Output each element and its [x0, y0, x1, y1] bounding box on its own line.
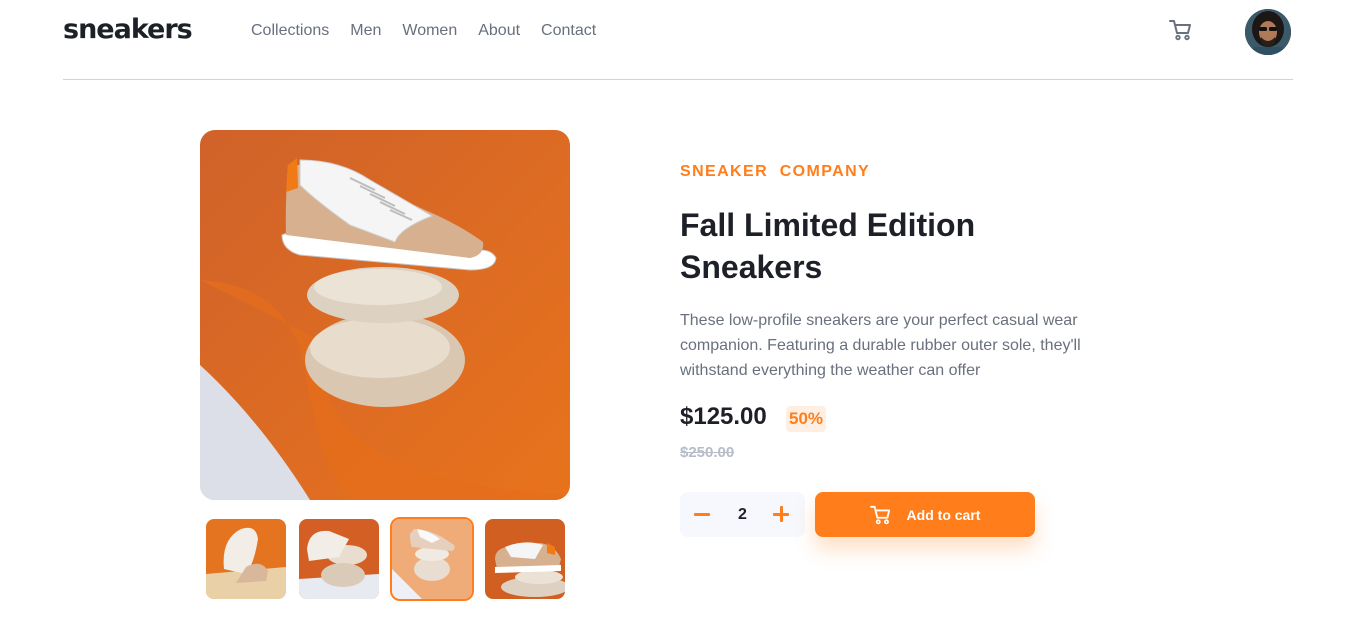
minus-icon[interactable] — [694, 504, 712, 524]
product-title: Fall Limited Edition Sneakers — [680, 207, 976, 285]
thumbnail-2[interactable] — [299, 519, 379, 599]
thumbnail-3[interactable] — [390, 517, 474, 601]
thumbnail-strip — [206, 517, 565, 601]
nav-item-collections[interactable]: Collections — [251, 22, 329, 40]
cart-icon — [1169, 20, 1191, 41]
nav-item-about[interactable]: About — [478, 22, 520, 40]
product-description: These low-profile sneakers are your perf… — [680, 312, 1081, 379]
nav-item-contact[interactable]: Contact — [541, 22, 596, 40]
product-main-image[interactable] — [200, 130, 570, 500]
quantity-stepper: 2 — [680, 492, 805, 537]
nav-item-men[interactable]: Men — [350, 22, 381, 40]
add-to-cart-label: Add to cart — [906, 506, 981, 523]
site-header: sneakers Collections Men Women About Con… — [63, 0, 1293, 80]
avatar-image — [1245, 9, 1291, 55]
cart-icon — [869, 505, 890, 524]
add-to-cart-button[interactable]: Add to cart — [815, 492, 1035, 537]
company-label: SNEAKER COMPANY — [680, 163, 871, 180]
brand-logo[interactable]: sneakers — [63, 14, 193, 45]
plus-icon[interactable] — [772, 504, 790, 524]
avatar[interactable] — [1245, 9, 1291, 55]
main-nav: Collections Men Women About Contact — [251, 22, 617, 40]
thumbnail-4[interactable] — [485, 519, 565, 599]
discount-badge: 50% — [786, 406, 827, 432]
cart-button[interactable] — [1169, 19, 1193, 41]
original-price: $250.00 — [680, 444, 735, 461]
current-price: $125.00 — [680, 403, 767, 430]
thumbnail-1[interactable] — [206, 519, 286, 599]
nav-item-women[interactable]: Women — [402, 22, 457, 40]
